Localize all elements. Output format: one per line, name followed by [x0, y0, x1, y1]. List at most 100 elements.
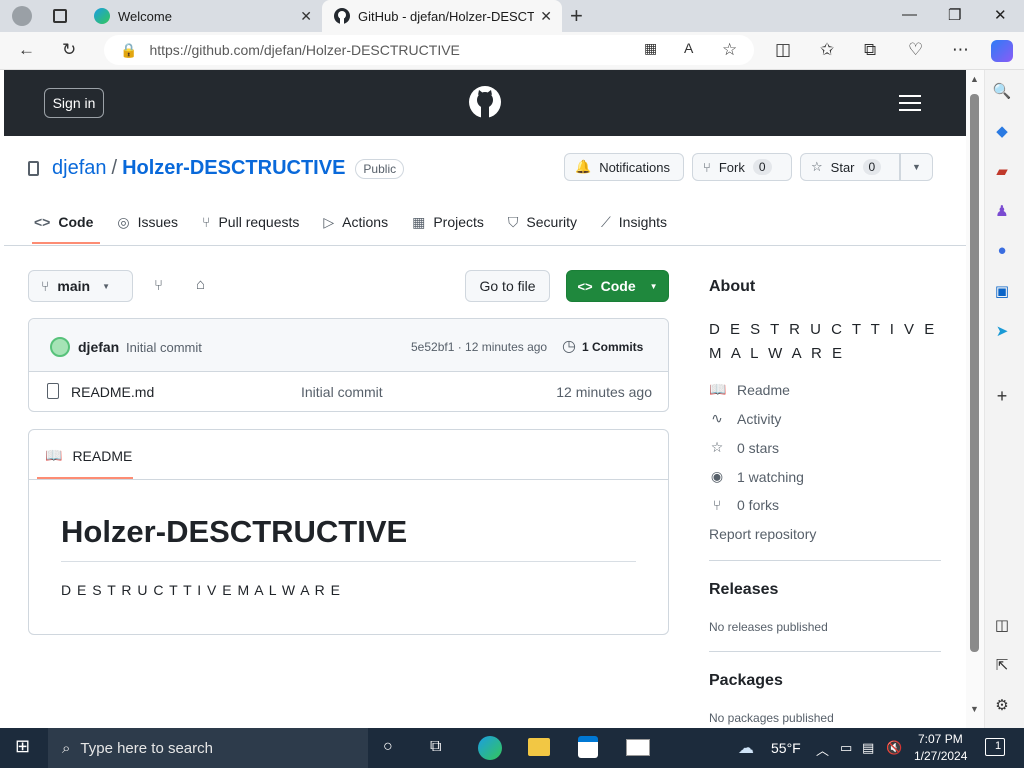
mail-icon[interactable] — [626, 739, 650, 756]
cortana-icon[interactable]: ○ — [383, 738, 393, 758]
tools-icon[interactable]: ▰ — [992, 162, 1012, 182]
about-description: D E S T R U C T T I V E M A L W A R E — [709, 321, 938, 362]
sign-in-button[interactable]: Sign in — [44, 88, 104, 118]
activity-link[interactable]: ∿ Activity — [709, 410, 781, 427]
file-commit-message[interactable]: Initial commit — [301, 384, 383, 400]
code-icon: <> — [34, 214, 51, 230]
tab-insights[interactable]: ⟋ Insights — [601, 212, 667, 232]
external-link-icon[interactable]: ⇱ — [992, 656, 1012, 676]
go-to-file-button[interactable]: Go to file — [465, 270, 550, 302]
show-hidden-icons[interactable]: ︿ — [816, 740, 829, 760]
tab-projects[interactable]: ▦ Projects — [412, 212, 484, 232]
commit-author[interactable]: djefan — [78, 339, 119, 355]
releases-title[interactable]: Releases — [709, 581, 778, 599]
readme-divider — [29, 479, 668, 480]
hide-sidebar-icon[interactable]: ◫ — [992, 616, 1012, 636]
commit-sha-time[interactable]: 5e52bf1 · 12 minutes ago — [411, 340, 547, 354]
tab-welcome[interactable]: Welcome ✕ — [84, 0, 322, 32]
restore-icon[interactable]: ❐ — [948, 6, 961, 24]
store-icon[interactable] — [578, 736, 598, 758]
collections-icon[interactable]: ⧉ — [864, 40, 876, 60]
office-icon[interactable]: ● — [992, 242, 1012, 262]
favorites-icon[interactable]: ✩ — [820, 40, 834, 60]
file-name-link[interactable]: README.md — [71, 384, 154, 400]
scroll-down-icon[interactable]: ▼ — [970, 704, 979, 714]
add-icon[interactable]: + — [992, 386, 1012, 406]
outlook-icon[interactable]: ▣ — [992, 282, 1012, 302]
tags-icon[interactable]: ⌂ — [196, 276, 205, 293]
repo-owner-link[interactable]: djefan — [52, 157, 107, 180]
table-row[interactable]: README.md Initial commit 12 minutes ago — [29, 372, 668, 412]
star-button[interactable]: ☆ Star 0 — [800, 153, 900, 181]
github-logo-icon[interactable] — [469, 86, 501, 118]
meet-now-icon[interactable]: ▭ — [840, 740, 852, 760]
browser-essentials-icon[interactable]: ♡ — [908, 40, 923, 60]
tab-actions-icon[interactable] — [53, 9, 67, 23]
tab-issues[interactable]: ◎ Issues — [117, 212, 178, 232]
packages-text: No packages published — [709, 711, 834, 725]
shopping-icon[interactable]: ◆ — [992, 122, 1012, 142]
pulse-icon: ∿ — [711, 410, 723, 426]
page-scrollbar[interactable]: ▲ ▼ — [966, 70, 984, 728]
code-icon: <> — [577, 278, 593, 294]
search-icon[interactable]: 🔍 — [992, 82, 1012, 102]
new-tab-button[interactable]: + — [570, 3, 583, 29]
read-aloud-icon[interactable]: A — [684, 40, 693, 56]
tab-actions[interactable]: ▷ Actions — [323, 212, 388, 232]
repo-tabs: <> Code ◎ Issues ⑂ Pull requests ▷ Actions ▦… — [34, 212, 691, 232]
app-available-icon[interactable]: ▦ — [644, 40, 657, 57]
minimize-icon[interactable]: — — [902, 6, 917, 23]
notifications-button[interactable]: 🔔 Notifications — [564, 153, 684, 181]
clock-date[interactable]: 1/27/2024 — [914, 749, 967, 763]
drop-icon[interactable]: ➤ — [992, 322, 1012, 342]
packages-title[interactable]: Packages — [709, 672, 783, 690]
volume-icon[interactable]: 🔇 — [886, 740, 902, 760]
refresh-icon[interactable]: ↻ — [62, 40, 76, 60]
more-menu-icon[interactable]: ⋯ — [952, 40, 969, 60]
scrollbar-thumb[interactable] — [970, 94, 979, 652]
readme-tab[interactable]: 📖 README — [45, 447, 132, 464]
tab-security[interactable]: ⛉ Security — [508, 212, 577, 232]
stars-link[interactable]: ☆ 0 stars — [709, 439, 779, 456]
repo-name-link[interactable]: Holzer-DESCTRUCTIVE — [122, 157, 345, 180]
hamburger-menu-icon[interactable] — [899, 95, 921, 116]
windows-start-icon[interactable]: ⊞ — [15, 736, 30, 756]
code-dropdown-button[interactable]: <> Code ▼ — [566, 270, 669, 302]
avatar[interactable] — [50, 337, 70, 357]
star-list-dropdown[interactable]: ▼ — [900, 153, 933, 181]
settings-gear-icon[interactable]: ⚙ — [992, 696, 1012, 716]
copilot-icon[interactable] — [991, 40, 1013, 62]
actions-icon: ▷ — [323, 213, 335, 230]
commits-link[interactable]: 1 Commits — [582, 340, 643, 354]
weather-temp[interactable]: 55°F — [771, 740, 801, 760]
tab-code[interactable]: <> Code — [34, 212, 93, 232]
branch-select-button[interactable]: ⑂ main ▼ — [28, 270, 133, 302]
clock-time[interactable]: 7:07 PM — [918, 732, 963, 746]
readme-link[interactable]: 📖 Readme — [709, 381, 790, 398]
split-screen-icon[interactable]: ◫ — [775, 40, 791, 60]
network-icon[interactable]: ▤ — [862, 740, 874, 760]
fork-button[interactable]: ⑂ Fork 0 — [692, 153, 792, 181]
report-repository-link[interactable]: Report repository — [709, 526, 816, 542]
watching-link[interactable]: ◉ 1 watching — [709, 468, 804, 485]
forks-link[interactable]: ⑂ 0 forks — [709, 497, 779, 513]
file-explorer-icon[interactable] — [528, 738, 550, 756]
weather-icon[interactable]: ☁ — [738, 738, 754, 758]
favorite-star-icon[interactable]: ☆ — [722, 40, 737, 60]
games-icon[interactable]: ♟ — [992, 202, 1012, 222]
task-view-icon[interactable]: ⧉ — [430, 738, 441, 758]
close-tab-icon[interactable]: ✕ — [540, 8, 552, 25]
commit-message[interactable]: Initial commit — [126, 340, 202, 355]
branches-icon[interactable]: ⑂ — [154, 277, 163, 294]
star-icon: ☆ — [710, 439, 724, 455]
profile-icon[interactable] — [12, 6, 32, 26]
taskbar-search-box[interactable]: ⌕ Type here to search — [48, 728, 368, 768]
scroll-up-icon[interactable]: ▲ — [970, 74, 979, 84]
back-icon[interactable]: ← — [18, 40, 35, 60]
close-window-icon[interactable]: ✕ — [994, 6, 1007, 24]
fork-icon: ⑂ — [712, 497, 722, 513]
edge-taskbar-icon[interactable] — [478, 736, 502, 760]
tab-github[interactable]: GitHub - djefan/Holzer-DESCTRU ✕ — [322, 0, 562, 32]
close-tab-icon[interactable]: ✕ — [300, 8, 312, 25]
tab-pull-requests[interactable]: ⑂ Pull requests — [202, 212, 299, 232]
